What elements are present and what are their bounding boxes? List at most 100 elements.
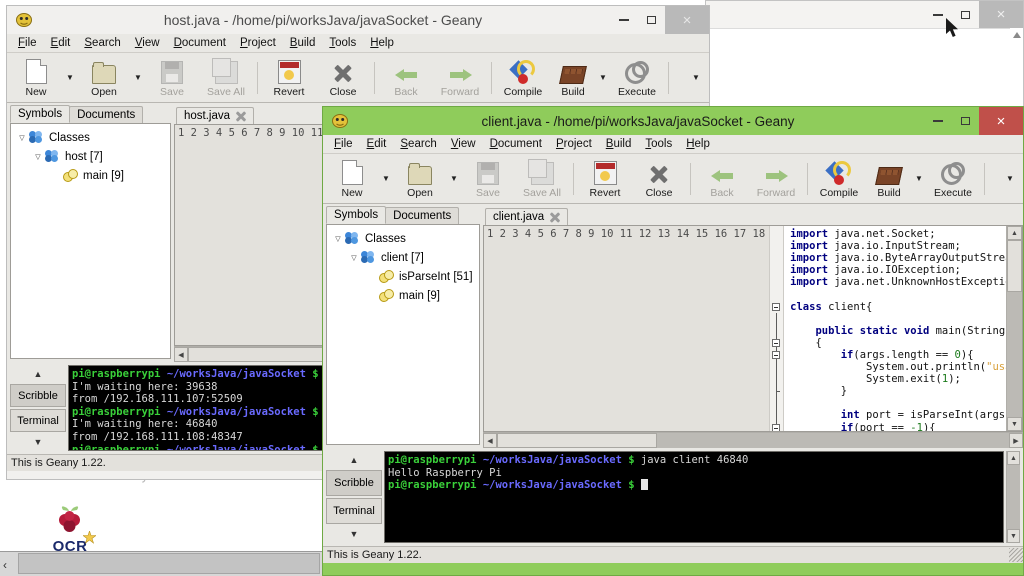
vscroll-thumb-client[interactable]	[1007, 240, 1022, 292]
tree-node-main-client[interactable]: main [9]	[327, 286, 479, 305]
scroll-right-icon[interactable]: ▶	[1009, 433, 1023, 448]
vscroll-track-client[interactable]	[1007, 292, 1022, 417]
hscroll-thumb-client[interactable]	[497, 433, 657, 448]
document-tab-host-java[interactable]: host.java	[176, 107, 255, 124]
blank-close-button[interactable]: ×	[979, 1, 1023, 28]
menu-document-host[interactable]: Document	[167, 36, 233, 50]
menubar-client[interactable]: File Edit Search View Document Project B…	[323, 135, 1023, 154]
sidebar-client[interactable]: Symbols Documents ▽ Classes ▽ client [7]	[323, 204, 483, 448]
close-tab-icon[interactable]	[235, 110, 247, 122]
titlebar-client[interactable]: client.java - /home/pi/worksJava/javaSoc…	[323, 107, 1023, 135]
tree-node-main-host[interactable]: main [9]	[11, 166, 170, 185]
menu-tools-host[interactable]: Tools	[322, 36, 363, 50]
menu-view-client[interactable]: View	[444, 137, 483, 151]
maximize-button-host[interactable]	[637, 6, 665, 34]
message-tab-terminal-client[interactable]: Terminal	[326, 498, 382, 524]
sidebar-tab-documents-host[interactable]: Documents	[69, 106, 144, 123]
menu-build-client[interactable]: Build	[599, 137, 639, 151]
minimize-button-host[interactable]	[611, 6, 637, 34]
menu-document-client[interactable]: Document	[483, 137, 549, 151]
toolbar-open-client[interactable]: Open	[393, 155, 447, 203]
new-dropdown-client[interactable]: ▼	[379, 155, 393, 203]
tree-node-client-class[interactable]: ▽ client [7]	[327, 248, 479, 267]
menu-search-client[interactable]: Search	[393, 137, 443, 151]
sidebar-tab-documents-client[interactable]: Documents	[385, 207, 460, 224]
close-button-client[interactable]: ×	[979, 107, 1023, 135]
sidebar-tabs-client[interactable]: Symbols Documents	[323, 204, 483, 224]
sidebar-host[interactable]: Symbols Documents ▽ Classes ▽ host [7] m…	[7, 103, 174, 362]
blank-white-window[interactable]: ×	[705, 0, 1024, 112]
toolbar-open-host[interactable]: Open	[77, 54, 131, 102]
menu-help-host[interactable]: Help	[363, 36, 401, 50]
menu-search-host[interactable]: Search	[77, 36, 127, 50]
sidebar-tabs-host[interactable]: Symbols Documents	[7, 103, 174, 123]
blank-window-titlebar[interactable]: ×	[706, 1, 1023, 28]
scroll-left-icon[interactable]: ◀	[483, 433, 497, 448]
scroll-up-icon-host[interactable]: ▲	[10, 365, 66, 383]
code-area-client[interactable]: 1 2 3 4 5 6 7 8 9 10 11 12 13 14 15 16 1…	[483, 225, 1023, 432]
expander-icon[interactable]: ▽	[15, 134, 29, 142]
minimize-button-client[interactable]	[925, 107, 951, 135]
tree-node-isparseint[interactable]: isParseInt [51]	[327, 267, 479, 286]
source-code-client[interactable]: import java.net.Socket; import java.io.I…	[784, 226, 1006, 431]
message-tabs-host[interactable]: ▲ Scribble Terminal ▼	[10, 365, 66, 451]
symbols-tree-host[interactable]: ▽ Classes ▽ host [7] main [9]	[10, 123, 171, 359]
resize-grip-icon[interactable]	[1009, 548, 1023, 562]
menu-view-host[interactable]: View	[128, 36, 167, 50]
taskbar-scroll-left-icon[interactable]: ‹	[3, 558, 7, 572]
close-button-host[interactable]: ×	[665, 6, 709, 34]
close-tab-icon[interactable]	[549, 211, 561, 223]
open-dropdown-host[interactable]: ▼	[131, 54, 145, 102]
expander-icon[interactable]: ▽	[331, 235, 345, 243]
fold-toggle-icon[interactable]	[772, 423, 781, 431]
scroll-left-icon[interactable]: ◀	[174, 347, 188, 362]
hscroll-track-client[interactable]	[657, 433, 1009, 448]
toolbar-new-client[interactable]: New	[325, 155, 379, 203]
scroll-down-icon[interactable]: ▼	[1007, 529, 1020, 543]
fold-toggle-icon[interactable]	[772, 350, 781, 359]
geany-window-client[interactable]: client.java - /home/pi/worksJava/javaSoc…	[322, 106, 1024, 576]
tree-node-classes-client[interactable]: ▽ Classes	[327, 229, 479, 248]
window-controls-host[interactable]: ×	[611, 6, 709, 34]
taskbar-window-button[interactable]	[18, 553, 320, 574]
menu-file-host[interactable]: File	[11, 36, 44, 50]
menu-edit-host[interactable]: Edit	[44, 36, 78, 50]
vertical-scrollbar-client[interactable]: ▲ ▼	[1006, 226, 1022, 431]
build-dropdown-client[interactable]: ▼	[912, 155, 926, 203]
menubar-host[interactable]: File Edit Search View Document Project B…	[7, 34, 709, 53]
fold-margin-client[interactable]	[770, 226, 785, 431]
toolbar-host[interactable]: New ▼ Open ▼ Save Save All Revert Close	[7, 53, 709, 103]
scroll-down-icon[interactable]: ▼	[1007, 417, 1022, 431]
toolbar-client[interactable]: New ▼ Open ▼ Save Save All Revert Close	[323, 154, 1023, 204]
toolbar-build-host[interactable]: Build	[550, 54, 596, 102]
terminal-client[interactable]: pi@raspberrypi ~/worksJava/javaSocket $ …	[384, 451, 1004, 543]
menu-tools-client[interactable]: Tools	[638, 137, 679, 151]
message-tab-terminal-host[interactable]: Terminal	[10, 409, 66, 432]
fold-toggle-icon[interactable]	[772, 302, 781, 311]
taskbar[interactable]: ‹	[0, 551, 330, 576]
toolbar-close-host[interactable]: Close	[316, 54, 370, 102]
toolbar-revert-host[interactable]: Revert	[262, 54, 316, 102]
message-tabs-client[interactable]: ▲ Scribble Terminal ▼	[326, 451, 382, 543]
document-tabs-client[interactable]: client.java	[483, 204, 1023, 225]
toolbar-overflow-client[interactable]: ▼	[1003, 155, 1017, 203]
expander-icon[interactable]: ▽	[347, 254, 361, 262]
toolbar-new-host[interactable]: New	[9, 54, 63, 102]
scroll-up-icon[interactable]: ▲	[1007, 451, 1020, 465]
tree-node-classes-host[interactable]: ▽ Classes	[11, 128, 170, 147]
terminal-scrollbar-client[interactable]: ▲ ▼	[1006, 451, 1020, 543]
toolbar-build-client[interactable]: Build	[866, 155, 912, 203]
terminal-vscroll-track[interactable]	[1007, 465, 1020, 529]
maximize-button-client[interactable]	[951, 107, 979, 135]
tree-node-host-class[interactable]: ▽ host [7]	[11, 147, 170, 166]
toolbar-revert-client[interactable]: Revert	[578, 155, 632, 203]
document-tab-client-java[interactable]: client.java	[485, 208, 569, 225]
blank-window-scrollbar[interactable]	[1010, 28, 1023, 111]
toolbar-compile-host[interactable]: Compile	[496, 54, 550, 102]
scroll-down-icon-client[interactable]: ▼	[326, 525, 382, 543]
menu-edit-client[interactable]: Edit	[360, 137, 394, 151]
expander-icon[interactable]: ▽	[31, 153, 45, 161]
sidebar-tab-symbols-client[interactable]: Symbols	[326, 206, 387, 224]
chevron-up-icon[interactable]	[1012, 32, 1021, 38]
message-tab-scribble-client[interactable]: Scribble	[326, 470, 382, 496]
